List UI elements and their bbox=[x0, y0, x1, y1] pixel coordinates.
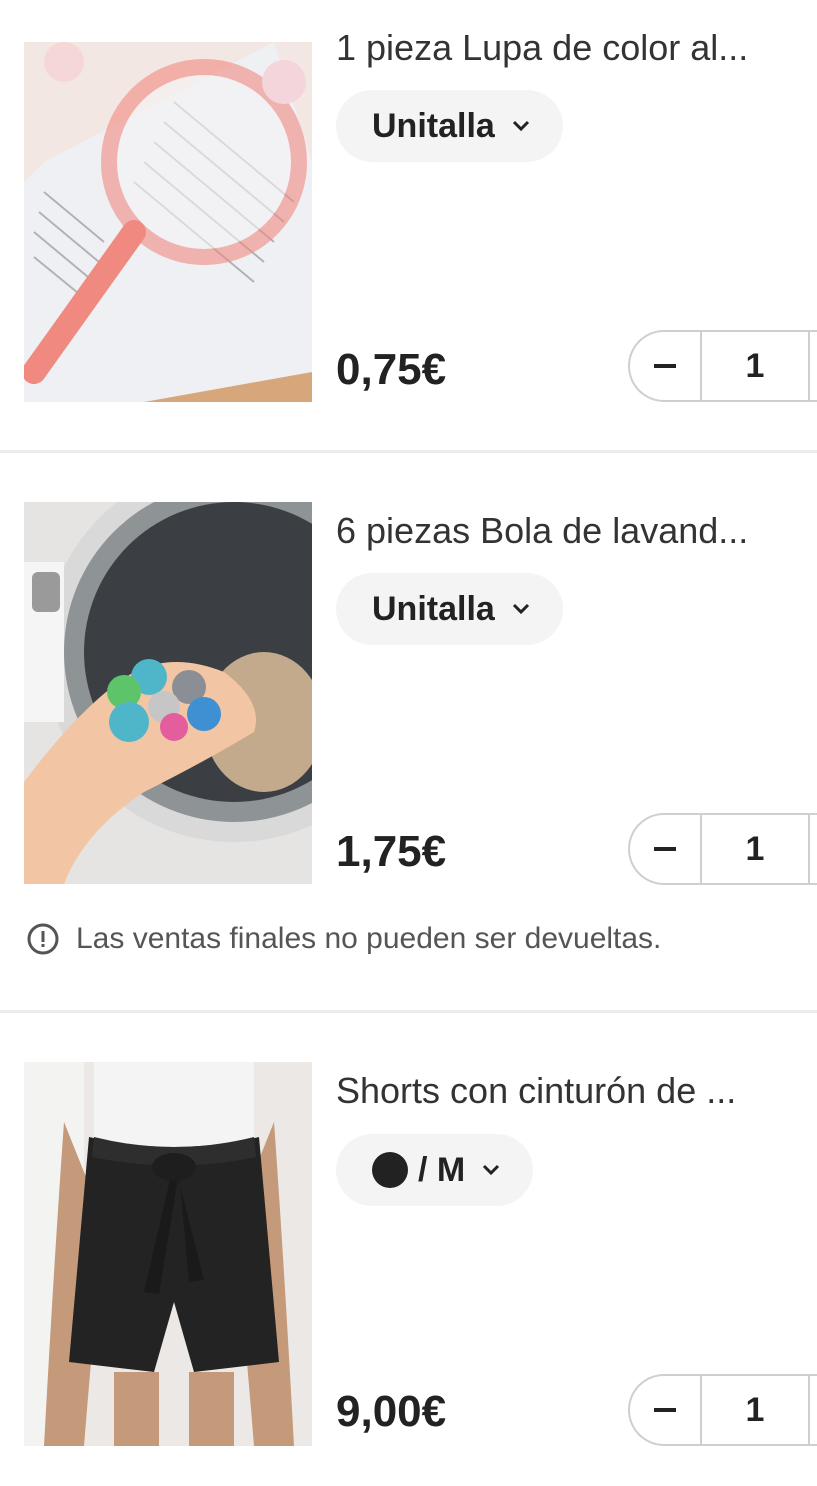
minus-icon bbox=[654, 847, 676, 851]
product-image-shorts[interactable] bbox=[24, 1062, 312, 1446]
product-price: 1,75€ bbox=[336, 827, 447, 876]
chevron-down-icon bbox=[483, 1164, 500, 1176]
product-title[interactable]: Shorts con cinturón de ... bbox=[336, 1069, 791, 1113]
quantity-value[interactable]: 1 bbox=[702, 332, 810, 400]
exclamation-circle-icon bbox=[27, 923, 59, 955]
quantity-stepper: 1 bbox=[628, 1374, 817, 1446]
product-price: 0,75€ bbox=[336, 345, 447, 394]
product-price: 9,00€ bbox=[336, 1387, 447, 1436]
item-divider bbox=[0, 450, 817, 453]
product-image-magnifier[interactable] bbox=[24, 42, 312, 402]
quantity-stepper: 1 bbox=[628, 330, 817, 402]
variant-selector[interactable]: Unitalla bbox=[336, 90, 563, 162]
color-swatch bbox=[372, 1152, 408, 1188]
variant-selector[interactable]: Unitalla bbox=[336, 573, 563, 645]
chevron-down-icon bbox=[512, 603, 529, 615]
variant-label: / M bbox=[418, 1150, 466, 1189]
variant-label: Unitalla bbox=[372, 589, 495, 628]
minus-icon bbox=[654, 364, 676, 368]
minus-icon bbox=[654, 1408, 676, 1412]
notice-text: Las ventas finales no pueden ser devuelt… bbox=[76, 922, 662, 955]
product-image-laundry-balls[interactable] bbox=[24, 502, 312, 884]
decrease-quantity-button[interactable] bbox=[630, 815, 702, 883]
variant-selector[interactable]: / M bbox=[336, 1134, 534, 1206]
decrease-quantity-button[interactable] bbox=[630, 332, 702, 400]
variant-label: Unitalla bbox=[372, 106, 495, 145]
quantity-stepper: 1 bbox=[628, 813, 817, 885]
quantity-value[interactable]: 1 bbox=[702, 1376, 810, 1444]
item-divider bbox=[0, 1010, 817, 1013]
quantity-value[interactable]: 1 bbox=[702, 815, 810, 883]
decrease-quantity-button[interactable] bbox=[630, 1376, 702, 1444]
product-title[interactable]: 1 pieza Lupa de color al... bbox=[336, 26, 791, 70]
chevron-down-icon bbox=[512, 120, 529, 132]
final-sale-notice: Las ventas finales no pueden ser devuelt… bbox=[26, 922, 661, 956]
product-title[interactable]: 6 piezas Bola de lavand... bbox=[336, 509, 791, 553]
